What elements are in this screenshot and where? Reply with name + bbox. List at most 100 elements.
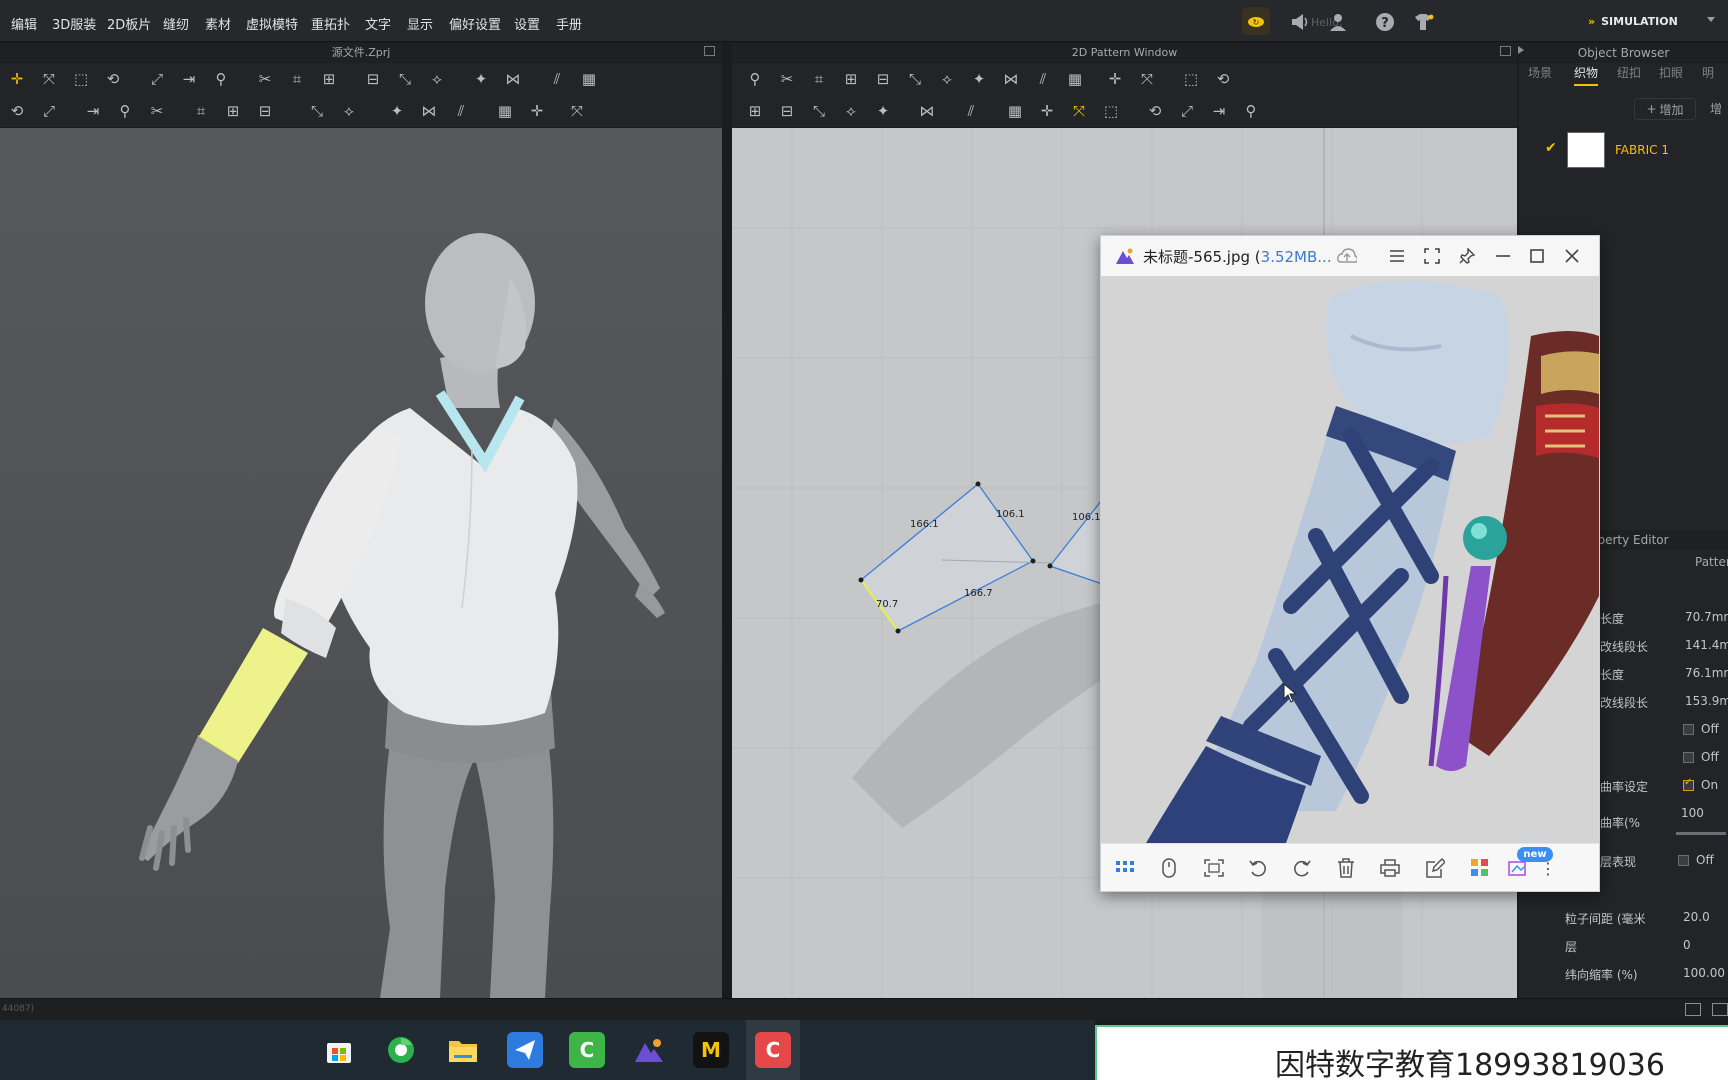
camtasia-recorder-icon[interactable]: C [569, 1032, 605, 1068]
cloud-upload-icon[interactable] [1333, 242, 1361, 270]
menu-edit[interactable]: 编辑 [11, 14, 37, 33]
help-icon[interactable]: ? [1371, 8, 1399, 36]
tool-icon[interactable]: ✦ [968, 69, 990, 89]
tool-icon[interactable]: ⊟ [362, 69, 384, 89]
menu-sewing[interactable]: 缝纫 [163, 14, 189, 33]
property-checkbox[interactable] [1678, 855, 1689, 866]
tab-button[interactable]: 纽扣 [1617, 64, 1641, 81]
tool-icon[interactable]: ⊞ [840, 69, 862, 89]
tool-icon[interactable]: ⤢ [38, 101, 60, 121]
tool-icon[interactable]: ⫽ [546, 69, 568, 89]
tool-icon[interactable]: ⇥ [1208, 101, 1230, 121]
tool-icon[interactable]: ⊟ [254, 101, 276, 121]
panel-splitter[interactable] [722, 128, 732, 998]
tool-icon[interactable]: ⬚ [1180, 69, 1202, 89]
tool-icon[interactable]: ⬚ [1100, 101, 1122, 121]
garment-community-icon[interactable] [1409, 8, 1437, 36]
print-icon[interactable] [1379, 857, 1401, 879]
edit-icon[interactable] [1424, 857, 1446, 879]
tool-icon[interactable]: ⌗ [286, 69, 308, 89]
property-checkbox[interactable] [1683, 724, 1694, 735]
file-explorer-icon[interactable] [445, 1032, 481, 1068]
collapse-arrow-icon[interactable] [1518, 46, 1524, 54]
tool-icon[interactable]: ✦ [470, 69, 492, 89]
tool-icon[interactable]: ✛ [1036, 101, 1058, 121]
tool-icon[interactable]: ⤡ [394, 69, 416, 89]
maximize-icon[interactable] [1523, 242, 1551, 270]
tool-icon[interactable]: ⚲ [1240, 101, 1262, 121]
tool-icon[interactable]: ✂ [254, 69, 276, 89]
thumbnails-grid-icon[interactable] [1114, 857, 1136, 879]
microsoft-store-icon[interactable] [321, 1032, 357, 1068]
tool-icon[interactable]: ⤧ [1136, 69, 1158, 89]
tool-icon[interactable]: ⌗ [808, 69, 830, 89]
tool-icon[interactable]: ⤢ [146, 69, 168, 89]
fabric-swatch[interactable] [1567, 132, 1605, 168]
tool-icon[interactable]: ⚲ [744, 69, 766, 89]
property-value[interactable]: 100 [1681, 806, 1704, 820]
menu-materials[interactable]: 素材 [205, 14, 231, 33]
menu-display[interactable]: 显示 [407, 14, 433, 33]
fullscreen-icon[interactable] [1418, 242, 1446, 270]
user-icon[interactable] [1324, 8, 1352, 36]
tool-icon[interactable]: ⟲ [6, 101, 28, 121]
tool-icon[interactable]: ▦ [1064, 69, 1086, 89]
property-pattern-tab[interactable]: Pattern [1695, 555, 1728, 569]
messenger-icon[interactable] [507, 1032, 543, 1068]
close-icon[interactable] [1558, 242, 1586, 270]
property-checkbox-checked[interactable] [1683, 777, 1694, 791]
tool-icon[interactable]: ✦ [872, 101, 894, 121]
pin-icon[interactable] [1453, 242, 1481, 270]
menu-3d-garment[interactable]: 3D服装 [52, 14, 96, 33]
tool-icon[interactable]: ⫽ [450, 101, 472, 121]
tool-icon[interactable]: ⚲ [210, 69, 232, 89]
mouse-mode-icon[interactable] [1158, 857, 1180, 879]
property-value[interactable]: 20.0 [1683, 910, 1710, 924]
fabric-name[interactable]: FABRIC 1 [1615, 143, 1669, 157]
2d-window-popout-icon[interactable] [1500, 46, 1511, 56]
tab-buttonhole[interactable]: 扣眼 [1659, 64, 1683, 81]
menu-preferences[interactable]: 偏好设置 [449, 14, 501, 33]
tool-icon[interactable]: ⋈ [418, 101, 440, 121]
tool-icon[interactable]: ⤡ [808, 101, 830, 121]
menu-retopology[interactable]: 重拓扑 [311, 14, 350, 33]
property-checkbox[interactable] [1683, 752, 1694, 763]
tool-icon[interactable]: ✦ [386, 101, 408, 121]
property-value[interactable]: 70.7mm [1685, 610, 1728, 624]
minimize-icon[interactable] [1489, 242, 1517, 270]
tool-icon[interactable]: ✂ [146, 101, 168, 121]
tool-icon[interactable]: ⋈ [1000, 69, 1022, 89]
tool-icon[interactable]: ⇥ [178, 69, 200, 89]
marvelous-designer-icon[interactable]: M [693, 1032, 729, 1068]
rotate-left-icon[interactable] [1247, 857, 1269, 879]
tab-fabric[interactable]: 织物 [1574, 64, 1599, 86]
property-value[interactable]: 141.4mm [1685, 638, 1728, 652]
tool-icon[interactable]: ✛ [526, 101, 548, 121]
menu-manual[interactable]: 手册 [556, 14, 582, 33]
tool-icon[interactable]: ⟡ [426, 69, 448, 89]
layout-split-icon[interactable] [1712, 1003, 1728, 1016]
tool-icon[interactable]: ⤧ [1068, 101, 1090, 121]
tool-icon[interactable]: ▦ [1004, 101, 1026, 121]
curvature-slider[interactable] [1676, 832, 1726, 835]
tool-icon[interactable]: ⊞ [318, 69, 340, 89]
fit-screen-icon[interactable] [1203, 857, 1225, 879]
tool-icon[interactable]: ⟲ [1144, 101, 1166, 121]
menu-icon[interactable] [1383, 242, 1411, 270]
menu-settings[interactable]: 设置 [514, 14, 540, 33]
tool-icon[interactable]: ⤧ [566, 101, 588, 121]
tool-icon[interactable]: ⋈ [502, 69, 524, 89]
simulation-dropdown-icon[interactable] [1707, 17, 1715, 22]
apps-icon[interactable] [1469, 857, 1491, 879]
tool-icon[interactable]: ⟡ [338, 101, 360, 121]
tool-icon[interactable]: ⟲ [1212, 69, 1234, 89]
3d-viewport[interactable] [0, 128, 722, 998]
tool-icon[interactable]: ⬚ [70, 69, 92, 89]
delete-icon[interactable] [1335, 857, 1357, 879]
browser-icon[interactable] [383, 1032, 419, 1068]
tool-icon[interactable]: ⊟ [872, 69, 894, 89]
tool-icon[interactable]: ▦ [494, 101, 516, 121]
tool-icon[interactable]: ⤡ [904, 69, 926, 89]
property-value[interactable]: 0 [1683, 938, 1691, 952]
tool-icon[interactable]: ⇥ [82, 101, 104, 121]
